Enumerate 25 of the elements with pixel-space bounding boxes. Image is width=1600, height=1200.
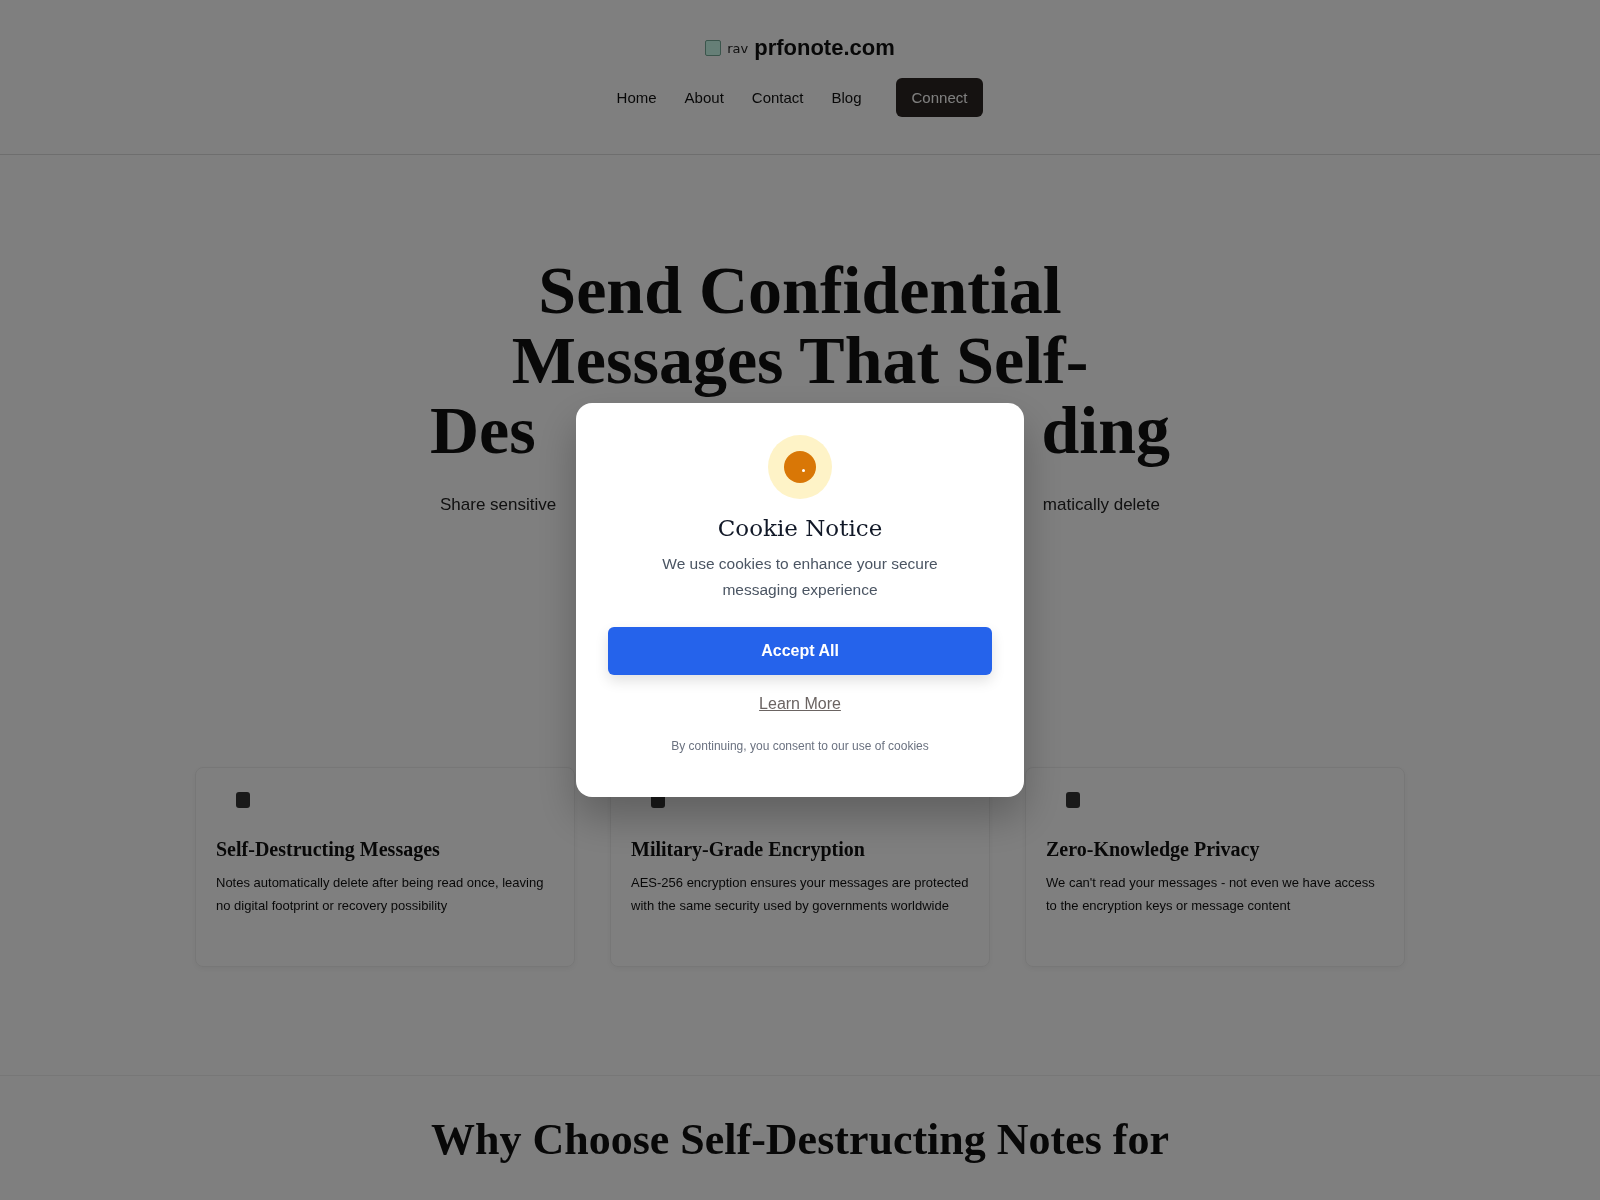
feature-text: AES-256 encryption ensures your messages are protected with the same security used by governments worldwide (631, 874, 969, 915)
hero-subtitle: matically delete (1042, 495, 1160, 515)
feature-text: Notes automatically delete after being read once, leaving no digital footprint or recovery possibility (216, 874, 545, 915)
logo-alt-text: rav (727, 40, 749, 56)
accept-button[interactable]: Accept All (608, 627, 992, 675)
hero-heading: Des (430, 395, 536, 465)
nav-link[interactable]: Blog (831, 89, 862, 106)
site-name[interactable]: prfonote.com (754, 35, 895, 61)
hero-subtitle: Share sensitive (440, 495, 557, 515)
consent-note: By continuing, you consent to our use of cookies (671, 739, 929, 753)
hero-heading: ding (1041, 395, 1170, 465)
hero-heading: Send Confidential (538, 255, 1062, 325)
learn-more-link[interactable]: Learn More (759, 695, 841, 713)
feature-text: We can't read your messages - not even we have access to the encryption keys or message content (1046, 874, 1376, 915)
hero-heading: Messages That Self- (511, 325, 1089, 395)
feature-title: Self-Destructing Messages (216, 838, 441, 861)
feature-title: Zero-Knowledge Privacy (1046, 838, 1261, 861)
section-heading: Why Choose Self-Destructing Notes for (430, 1114, 1170, 1166)
dialog-title: Cookie Notice (717, 515, 883, 541)
nav-link[interactable]: About (684, 89, 724, 106)
nav-link[interactable]: Home (616, 89, 657, 106)
nav-link[interactable]: Contact (751, 89, 804, 106)
nav-button[interactable]: Connect (895, 78, 984, 117)
feature-title: Military-Grade Encryption (631, 838, 866, 861)
dialog-message: We use cookies to enhance your secure messaging experience (661, 554, 939, 600)
